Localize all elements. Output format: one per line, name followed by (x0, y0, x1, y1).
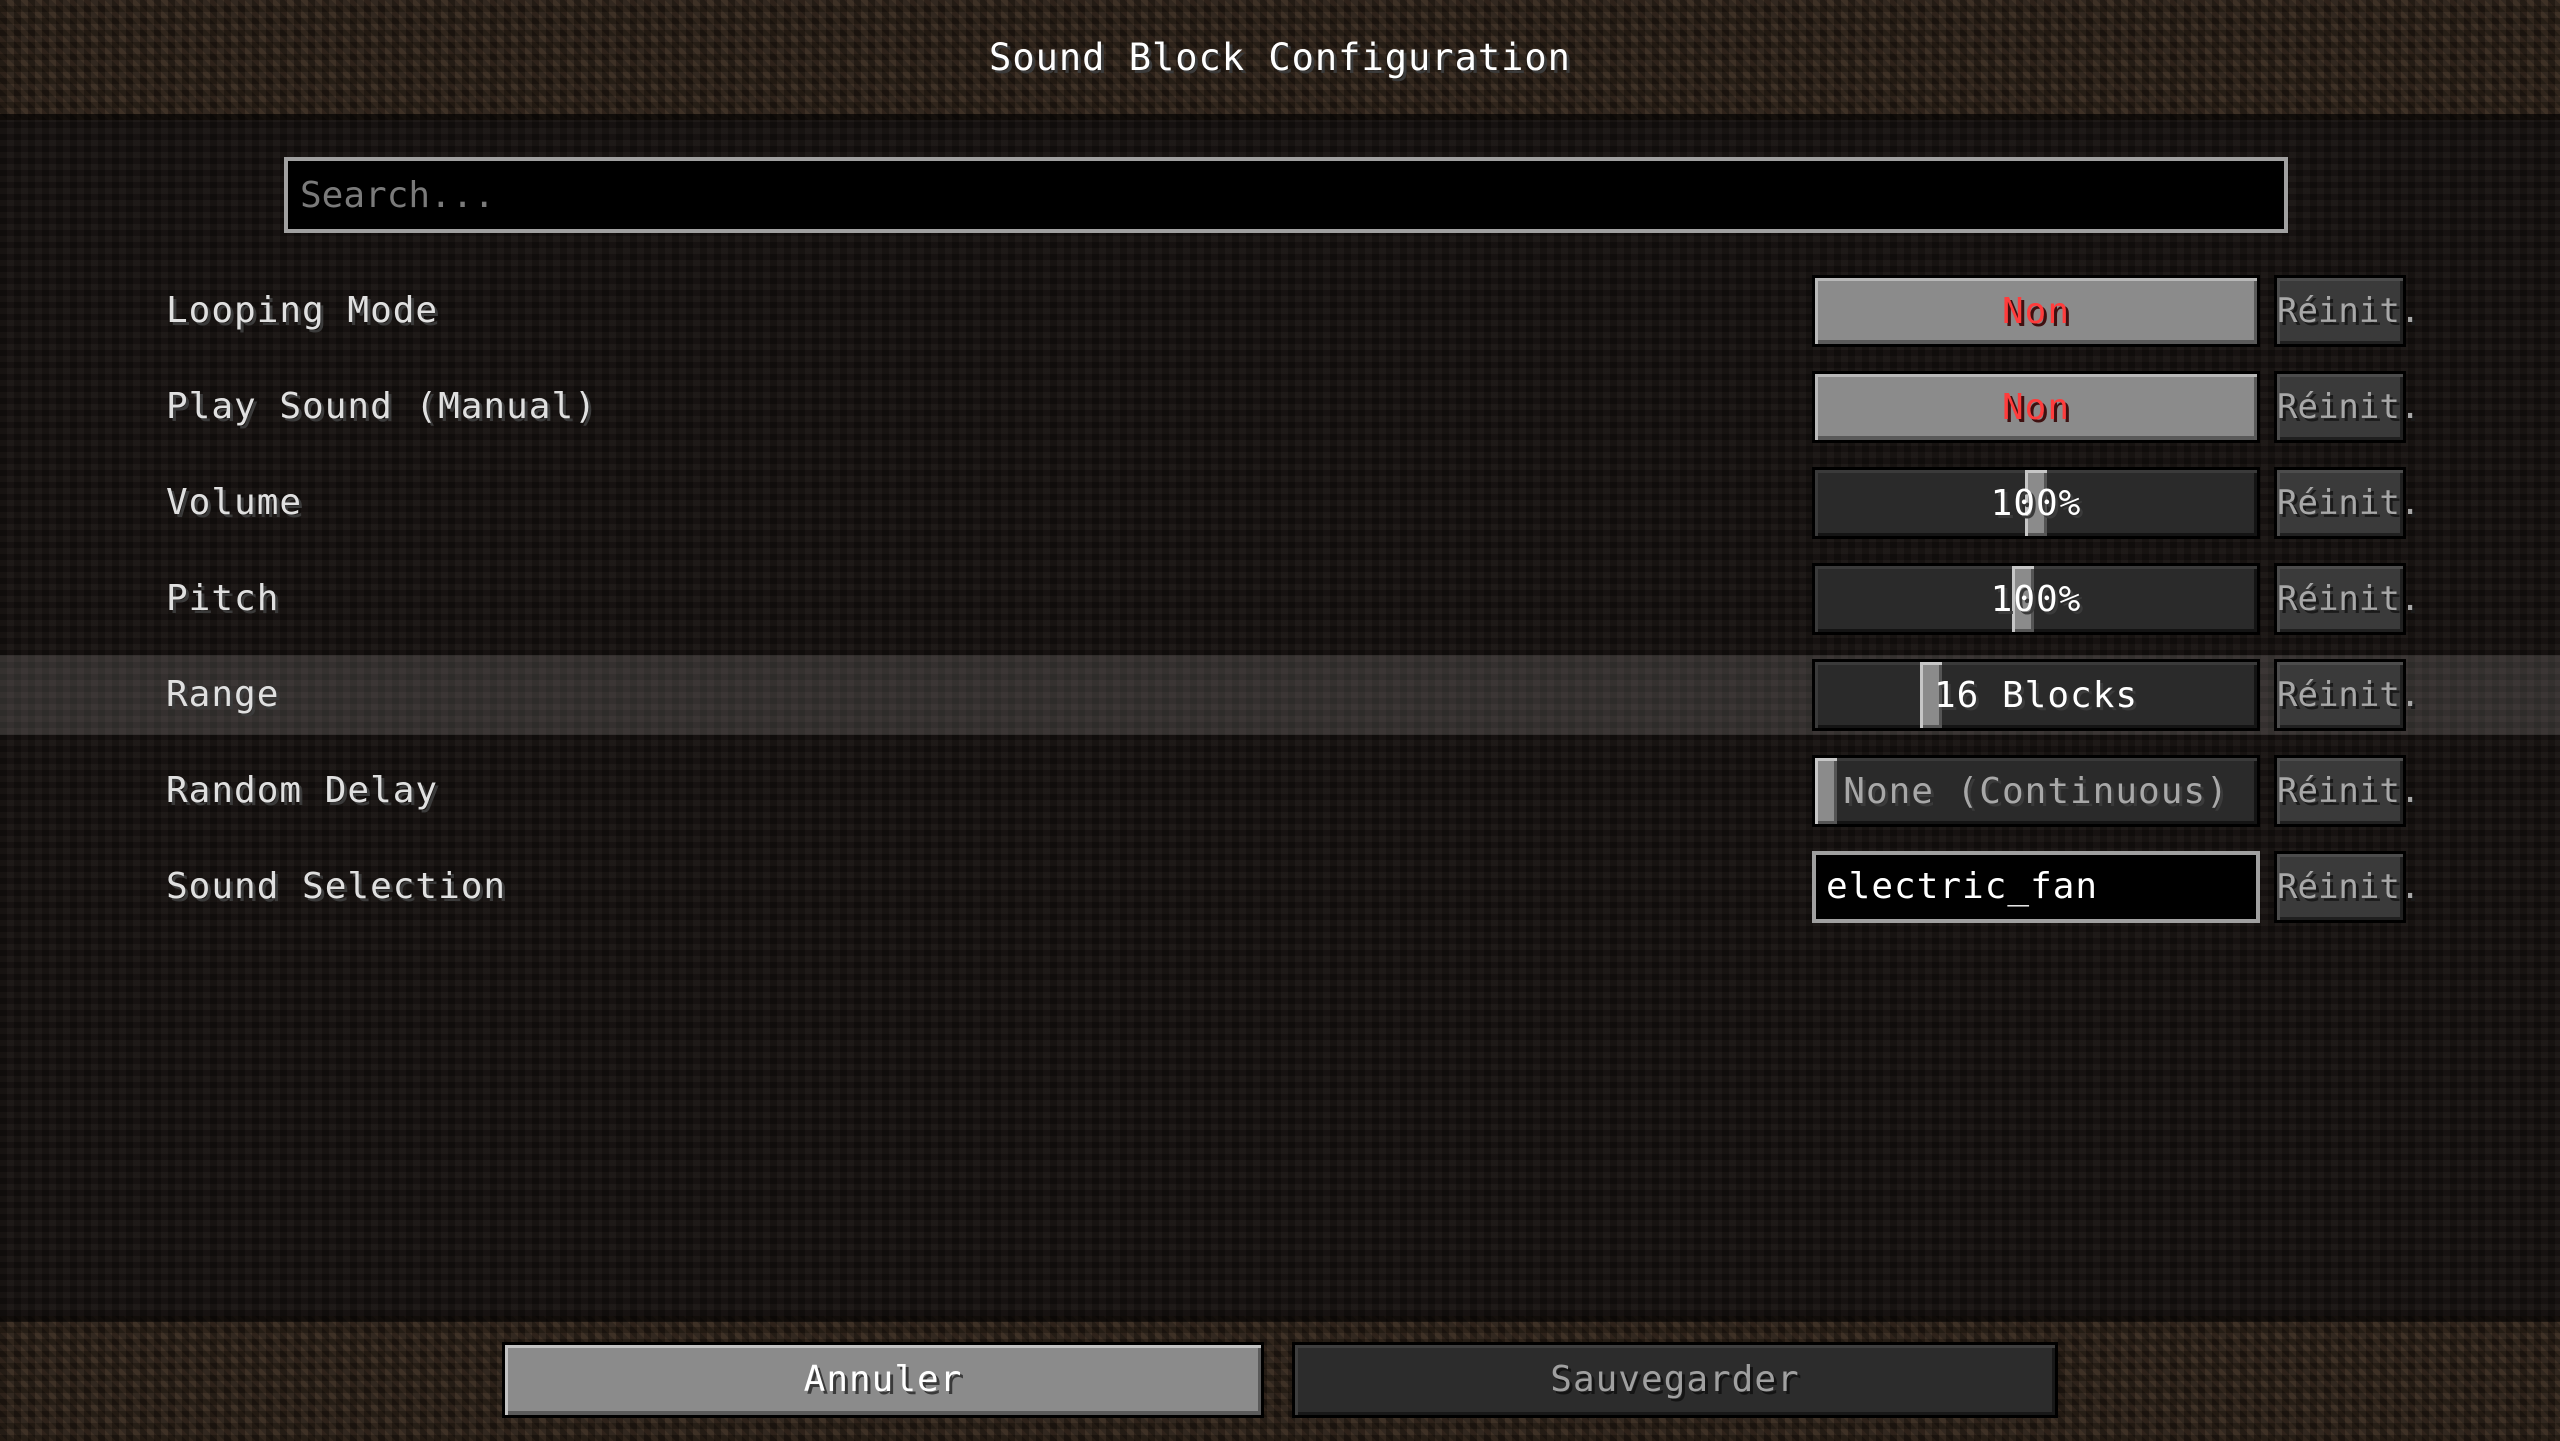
setting-row-looping-mode: Looping Mode Non Réinit. (0, 271, 2560, 351)
slider-value: None (Continuous) (1843, 771, 2229, 812)
setting-row-random-delay: Random Delay None (Continuous) Réinit. (0, 751, 2560, 831)
slider-value: 100% (1990, 483, 2082, 524)
setting-row-play-sound: Play Sound (Manual) Non Réinit. (0, 367, 2560, 447)
config-screen: Sound Block Configuration Looping Mode N… (0, 0, 2560, 1441)
setting-row-volume: Volume 100% Réinit. (0, 463, 2560, 543)
slider-handle[interactable] (1815, 758, 1837, 824)
play-sound-toggle[interactable]: Non (1812, 371, 2260, 443)
range-slider[interactable]: 16 Blocks (1812, 659, 2260, 731)
page-title: Sound Block Configuration (989, 36, 1571, 79)
footer-band (0, 1316, 2560, 1441)
slider-value: 16 Blocks (1933, 675, 2139, 716)
volume-reset-button[interactable]: Réinit. (2274, 467, 2420, 539)
sound-selection-reset-button[interactable]: Réinit. (2274, 851, 2420, 923)
volume-slider[interactable]: 100% (1812, 467, 2260, 539)
setting-label: Volume (166, 482, 303, 523)
setting-label: Play Sound (Manual) (166, 386, 597, 427)
setting-row-pitch: Pitch 100% Réinit. (0, 559, 2560, 639)
setting-label: Sound Selection (166, 866, 507, 907)
looping-mode-reset-button[interactable]: Réinit. (2274, 275, 2420, 347)
slider-value: 100% (1990, 579, 2082, 620)
range-reset-button[interactable]: Réinit. (2274, 659, 2420, 731)
setting-row-range: Range 16 Blocks Réinit. (0, 655, 2560, 735)
cancel-button[interactable]: Annuler (502, 1342, 1264, 1418)
pitch-slider[interactable]: 100% (1812, 563, 2260, 635)
random-delay-slider[interactable]: None (Continuous) (1812, 755, 2260, 827)
pitch-reset-button[interactable]: Réinit. (2274, 563, 2420, 635)
looping-mode-toggle[interactable]: Non (1812, 275, 2260, 347)
play-sound-reset-button[interactable]: Réinit. (2274, 371, 2420, 443)
sound-selection-field[interactable]: electric_fan (1812, 851, 2260, 923)
setting-label: Pitch (166, 578, 280, 619)
setting-label: Range (166, 674, 280, 715)
setting-label: Random Delay (166, 770, 439, 811)
setting-row-sound-selection: Sound Selection electric_fan Réinit. (0, 847, 2560, 927)
save-button[interactable]: Sauvegarder (1292, 1342, 2058, 1418)
setting-label: Looping Mode (166, 290, 439, 331)
random-delay-reset-button[interactable]: Réinit. (2274, 755, 2420, 827)
search-input[interactable] (284, 157, 2288, 233)
